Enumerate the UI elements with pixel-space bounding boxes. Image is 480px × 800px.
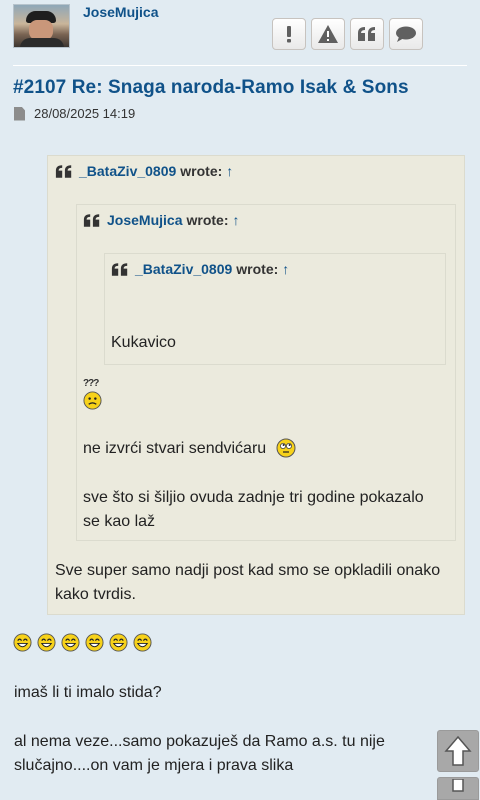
quote-icon	[55, 164, 72, 178]
confused-smiley-label: ???	[83, 378, 99, 389]
quote-jump-link[interactable]: ↑	[282, 261, 289, 277]
quote-author-link[interactable]: _BataZiv_0809	[135, 261, 232, 277]
post-meta: 28/08/2025 14:19	[14, 106, 135, 121]
quote-middle-text2: sve što si šiljio ovuda zadnje tri godin…	[83, 489, 424, 530]
post-header: JoseMujica	[0, 0, 480, 66]
laughing-smiley-icon	[133, 633, 152, 652]
quote-wrote-label: wrote:	[180, 163, 223, 179]
post-date: 28/08/2025 14:19	[34, 106, 136, 121]
quote-inner-header: _BataZiv_0809 wrote: ↑	[111, 261, 289, 277]
quote-author-link[interactable]: JoseMujica	[107, 212, 182, 228]
speech-bubble-icon	[396, 26, 416, 42]
quote-middle-text1: ne izvrći stvari sendvićaru	[83, 440, 267, 457]
quote-icon	[111, 262, 128, 276]
confused-smiley-icon	[83, 391, 102, 410]
scroll-down-button[interactable]	[437, 777, 479, 800]
quote-outer-header: _BataZiv_0809 wrote: ↑	[55, 163, 233, 179]
report-button[interactable]	[272, 18, 306, 50]
quote-icon	[358, 27, 375, 41]
scroll-up-icon	[444, 735, 472, 766]
scroll-down-icon	[452, 778, 464, 792]
quote-inner-text: Kukavico	[111, 334, 176, 351]
quote-outer-text: Sve super samo nadji post kad smo se opk…	[55, 562, 441, 603]
laughing-smiley-icon	[37, 633, 56, 652]
warning-triangle-icon	[318, 25, 338, 43]
quote-icon	[83, 213, 100, 227]
laughing-smiley-icon	[109, 633, 128, 652]
quote-author-link[interactable]: _BataZiv_0809	[79, 163, 176, 179]
scroll-up-button[interactable]	[437, 730, 479, 772]
file-icon	[14, 106, 25, 121]
quote-jump-link[interactable]: ↑	[226, 163, 233, 179]
avatar[interactable]	[13, 4, 70, 48]
rolling-eyes-smiley-icon	[276, 438, 296, 458]
laughing-smilies	[13, 633, 152, 652]
reply-button[interactable]	[389, 18, 423, 50]
quote-button[interactable]	[350, 18, 384, 50]
laughing-smiley-icon	[85, 633, 104, 652]
laughing-smiley-icon	[61, 633, 80, 652]
post-body-line1: imaš li ti imalo stida?	[14, 684, 162, 701]
warn-button[interactable]	[311, 18, 345, 50]
quote-wrote-label: wrote:	[236, 261, 279, 277]
quote-middle-header: JoseMujica wrote: ↑	[83, 212, 239, 228]
post-title[interactable]: #2107 Re: Snaga naroda-Ramo Isak & Sons	[13, 77, 409, 99]
exclamation-icon	[287, 26, 291, 43]
quote-jump-link[interactable]: ↑	[232, 212, 239, 228]
post-body-line2: al nema veze...samo pokazuješ da Ramo a.…	[14, 733, 385, 774]
quote-wrote-label: wrote:	[186, 212, 229, 228]
header-divider	[13, 65, 467, 66]
author-username[interactable]: JoseMujica	[83, 4, 158, 20]
post-actions	[272, 18, 423, 50]
laughing-smiley-icon	[13, 633, 32, 652]
